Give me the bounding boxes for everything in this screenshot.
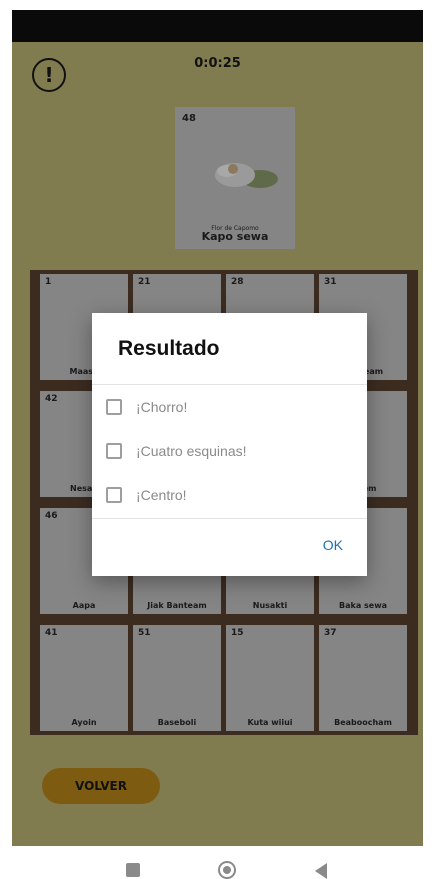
status-bar (12, 10, 423, 42)
option-chorro[interactable]: ¡Chorro! (106, 395, 187, 419)
system-nav-bar (0, 846, 435, 879)
back-icon[interactable] (315, 863, 327, 879)
home-icon[interactable] (218, 861, 236, 879)
option-label: ¡Centro! (136, 487, 187, 503)
option-label: ¡Cuatro esquinas! (136, 443, 247, 459)
divider (92, 384, 367, 385)
checkbox[interactable] (106, 399, 122, 415)
recent-apps-icon[interactable] (126, 863, 140, 877)
dialog-title: Resultado (118, 337, 220, 360)
result-dialog: Resultado ¡Chorro! ¡Cuatro esquinas! ¡Ce… (92, 313, 367, 576)
ok-button[interactable]: OK (323, 537, 343, 553)
option-cuatro-esquinas[interactable]: ¡Cuatro esquinas! (106, 439, 247, 463)
checkbox[interactable] (106, 443, 122, 459)
option-label: ¡Chorro! (136, 399, 188, 415)
option-centro[interactable]: ¡Centro! (106, 483, 187, 507)
divider (92, 518, 367, 519)
checkbox[interactable] (106, 487, 122, 503)
